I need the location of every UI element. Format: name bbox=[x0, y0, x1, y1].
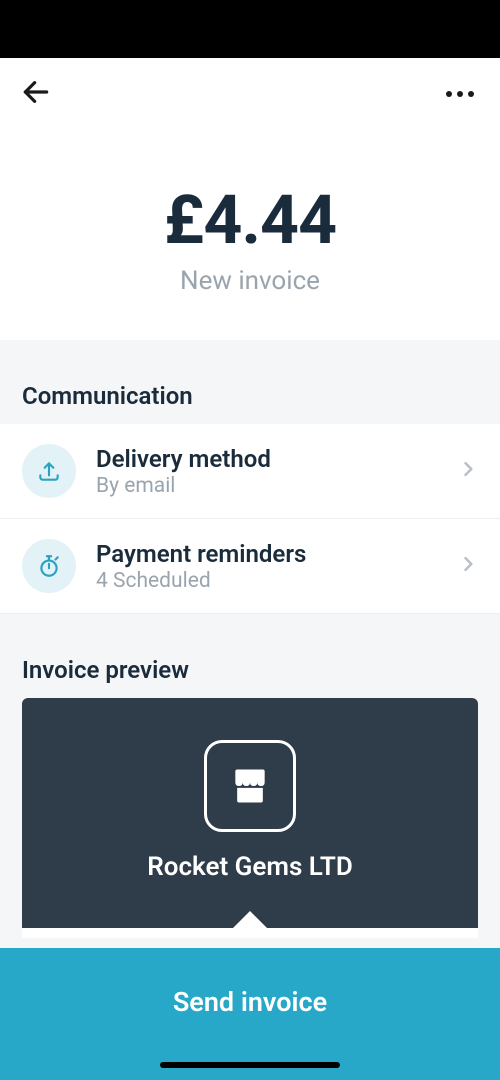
icon-container bbox=[22, 444, 76, 498]
preview-body bbox=[22, 928, 478, 938]
more-button[interactable] bbox=[446, 91, 480, 97]
shop-logo-box bbox=[204, 740, 296, 832]
arrow-left-icon bbox=[20, 76, 52, 108]
nav-bar bbox=[0, 58, 500, 130]
home-indicator[interactable] bbox=[160, 1062, 340, 1068]
item-sub: 4 Scheduled bbox=[96, 569, 458, 593]
notch-icon bbox=[232, 911, 268, 929]
section-header-communication: Communication bbox=[0, 340, 500, 424]
chevron-right-icon bbox=[458, 554, 478, 578]
dot-icon bbox=[457, 91, 463, 97]
amount-section: £4.44 New invoice bbox=[0, 130, 500, 340]
preview-card[interactable]: Rocket Gems LTD bbox=[22, 698, 478, 928]
dot-icon bbox=[446, 91, 452, 97]
invoice-preview: Rocket Gems LTD bbox=[0, 698, 500, 938]
icon-container bbox=[22, 539, 76, 593]
item-sub: By email bbox=[96, 474, 458, 498]
status-bar bbox=[0, 0, 500, 58]
upload-icon bbox=[36, 458, 62, 484]
chevron-right-icon bbox=[458, 459, 478, 483]
item-title: Delivery method bbox=[96, 445, 458, 473]
company-name: Rocket Gems LTD bbox=[42, 852, 458, 882]
stopwatch-icon bbox=[36, 553, 62, 579]
back-button[interactable] bbox=[20, 76, 52, 112]
section-header-preview: Invoice preview bbox=[0, 614, 500, 698]
item-text: Payment reminders 4 Scheduled bbox=[96, 540, 458, 593]
send-invoice-button[interactable]: Send invoice bbox=[0, 948, 500, 1080]
invoice-label: New invoice bbox=[0, 266, 500, 296]
invoice-amount: £4.44 bbox=[0, 180, 500, 260]
cta-label: Send invoice bbox=[173, 986, 327, 1018]
storefront-icon bbox=[228, 764, 272, 808]
item-title: Payment reminders bbox=[96, 540, 458, 568]
item-text: Delivery method By email bbox=[96, 445, 458, 498]
payment-reminders-row[interactable]: Payment reminders 4 Scheduled bbox=[0, 519, 500, 614]
delivery-method-row[interactable]: Delivery method By email bbox=[0, 424, 500, 519]
dot-icon bbox=[468, 91, 474, 97]
